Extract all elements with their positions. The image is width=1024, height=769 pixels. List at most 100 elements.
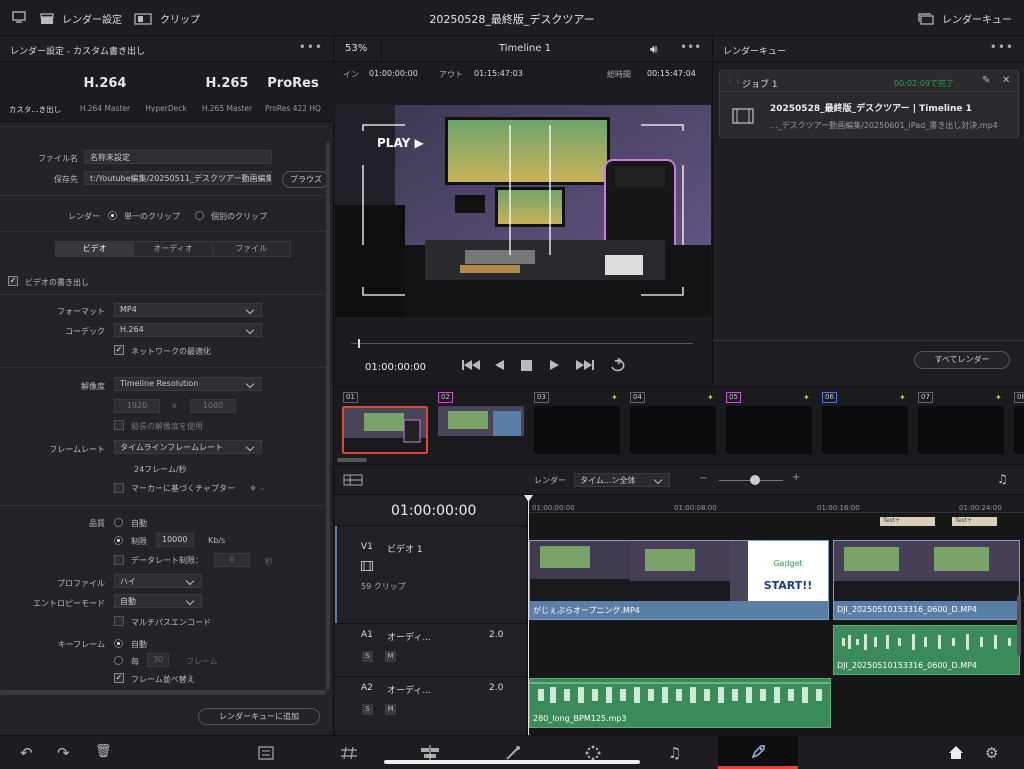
datarate-input[interactable]: 6 (214, 553, 250, 567)
play-icon[interactable] (549, 359, 561, 371)
preset-h264[interactable]: H.264 H.264 Master (72, 62, 138, 113)
chapter-marker-icon[interactable]: ◆ ⌄ (250, 483, 265, 492)
keyframe-every-radio[interactable] (114, 656, 123, 665)
clip-thumbnail-01[interactable] (342, 406, 428, 454)
cut-page-icon[interactable] (340, 746, 358, 760)
resolution-height-input[interactable]: 1080 (190, 399, 236, 413)
preset-h265[interactable]: H.265 H.265 Master (194, 62, 260, 113)
scrub-bar[interactable] (351, 343, 693, 344)
zoom-slider-thumb[interactable] (750, 475, 760, 485)
filename-input[interactable]: 名称未設定 (84, 150, 272, 164)
music-note-icon[interactable]: ♫ (997, 472, 1008, 486)
clip-thumbnail-08[interactable] (1014, 406, 1024, 454)
edit-icon[interactable]: ✎ (982, 75, 990, 86)
bitrate-input[interactable]: 10000 (156, 533, 194, 547)
more-options-icon[interactable]: ••• (299, 40, 323, 54)
text-plus-clip[interactable]: Text+ (952, 517, 997, 526)
entropy-select[interactable]: 自動 (114, 594, 202, 608)
export-video-checkbox[interactable]: ✓ (8, 276, 18, 286)
keyframe-interval-input[interactable]: 30 (147, 653, 169, 667)
deliver-page-tab[interactable] (718, 736, 798, 769)
panel-hscrollbar[interactable] (0, 690, 326, 695)
location-input[interactable]: t:/Youtube編集/20250511_デスクツアー動画編集 (84, 171, 272, 185)
home-icon[interactable] (948, 745, 964, 760)
render-all-button[interactable]: すべてレンダー (914, 351, 1010, 369)
timeline-playhead[interactable] (528, 495, 529, 736)
fairlight-page-icon[interactable]: ♫ (668, 744, 681, 762)
render-job-card[interactable]: ⋮⋮ ジョブ 1 00:02:09で完了 ✎ ✕ 20250528_最終版_デス… (719, 70, 1019, 138)
individual-clips-radio[interactable] (195, 211, 204, 220)
color-page-icon[interactable] (585, 745, 601, 761)
trash-icon[interactable]: 🗑︎ (95, 744, 112, 759)
profile-select[interactable]: ハイ (114, 574, 202, 588)
tab-video[interactable]: ビデオ (56, 242, 135, 256)
a1-track-name[interactable]: オーディ... (387, 630, 431, 643)
zoom-out-icon[interactable]: − (699, 473, 707, 484)
codec-select[interactable]: H.264 (114, 323, 262, 337)
redo-icon[interactable]: ↷ (57, 744, 70, 762)
zoom-level[interactable]: 53% (345, 43, 367, 54)
preset-custom[interactable]: カスタ...き出し (2, 62, 68, 115)
a2-mute-button[interactable]: M (385, 704, 396, 715)
preset-hyperdeck[interactable]: HyperDeck (133, 62, 199, 113)
timeline-name[interactable]: Timeline 1 (475, 43, 575, 54)
clip-thumbnail-06[interactable] (822, 406, 908, 454)
resolution-width-input[interactable]: 1920 (114, 399, 160, 413)
speaker-icon[interactable]: 🔊︎ (650, 42, 658, 57)
datarate-limit-checkbox[interactable] (114, 555, 124, 565)
vertical-res-checkbox[interactable] (114, 420, 124, 430)
single-clip-radio[interactable] (108, 211, 117, 220)
a2-track-name[interactable]: オーディ... (387, 683, 431, 696)
tab-file[interactable]: ファイル (212, 242, 290, 256)
render-queue-toggle[interactable]: レンダーキュー (918, 11, 1012, 26)
stop-icon[interactable] (521, 360, 532, 371)
tab-audio[interactable]: オーディオ (134, 242, 213, 256)
clip-thumbnail-03[interactable] (534, 406, 620, 454)
keyframe-auto-radio[interactable] (114, 639, 123, 648)
network-opt-checkbox[interactable]: ✓ (114, 345, 124, 355)
zoom-in-icon[interactable]: + (792, 472, 800, 483)
a1-mute-button[interactable]: M (385, 651, 396, 662)
resolution-select[interactable]: Timeline Resolution (114, 377, 262, 391)
timeline-vscrollbar[interactable] (1017, 595, 1021, 655)
framerate-select[interactable]: タイムラインフレームレート (114, 440, 262, 454)
timeline-view-icon[interactable] (343, 474, 363, 486)
video-clip-opening[interactable]: Gadget START!! がじぇぷらオープニング.MP4 (529, 540, 829, 620)
queue-more-icon[interactable]: ••• (990, 40, 1014, 54)
chapter-checkbox[interactable] (114, 483, 124, 493)
close-icon[interactable]: ✕ (1002, 75, 1010, 86)
render-scope-select[interactable]: タイム...ン全体 (574, 473, 670, 487)
audio-clip-a1[interactable]: DJI_20250510153316_0600_D.MP4 (833, 625, 1020, 675)
audio-clip-a2[interactable]: 280_long_BPM125.mp3 (529, 678, 831, 728)
media-page-icon[interactable] (258, 746, 274, 760)
clip-thumbnail-02[interactable] (438, 406, 524, 454)
timeline-ruler[interactable]: 01:00:00:00 01:00:08:00 01:00:16:00 01:0… (528, 495, 1024, 513)
skip-back-icon[interactable] (461, 359, 481, 371)
edit-page-icon[interactable] (420, 745, 440, 761)
a2-solo-button[interactable]: S (362, 704, 373, 715)
scrub-playhead[interactable] (357, 339, 360, 348)
viewer-more-icon[interactable]: ••• (680, 40, 701, 54)
strip-scrollbar[interactable] (337, 458, 367, 462)
undo-icon[interactable]: ↶ (20, 744, 33, 762)
panel-scrollbar[interactable] (326, 142, 330, 690)
v1-track-name[interactable]: ビデオ 1 (387, 542, 423, 555)
quality-limit-radio[interactable] (114, 536, 123, 545)
clip-thumbnail-05[interactable] (726, 406, 812, 454)
video-frame[interactable]: PLAY ▶ (335, 105, 711, 317)
add-to-queue-button[interactable]: レンダーキューに追加 (198, 708, 320, 725)
skip-forward-icon[interactable] (575, 359, 595, 371)
quality-auto-radio[interactable] (114, 518, 123, 527)
text-plus-clip[interactable]: Text+ (880, 517, 935, 526)
format-select[interactable]: MP4 (114, 303, 262, 317)
video-clip-dji[interactable]: DJI_20250510153316_0600_D.MP4 (833, 540, 1020, 620)
play-reverse-icon[interactable] (493, 359, 505, 371)
clip-thumbnail-07[interactable] (918, 406, 1004, 454)
clip-thumbnail-04[interactable] (630, 406, 716, 454)
multipass-checkbox[interactable] (114, 616, 124, 626)
loop-icon[interactable] (609, 358, 627, 372)
a1-solo-button[interactable]: S (362, 651, 373, 662)
preset-prores[interactable]: ProRes ProRes 422 HQ (260, 62, 326, 113)
fusion-page-icon[interactable] (505, 745, 521, 761)
drag-handle-icon[interactable]: ⋮⋮ (726, 76, 742, 85)
